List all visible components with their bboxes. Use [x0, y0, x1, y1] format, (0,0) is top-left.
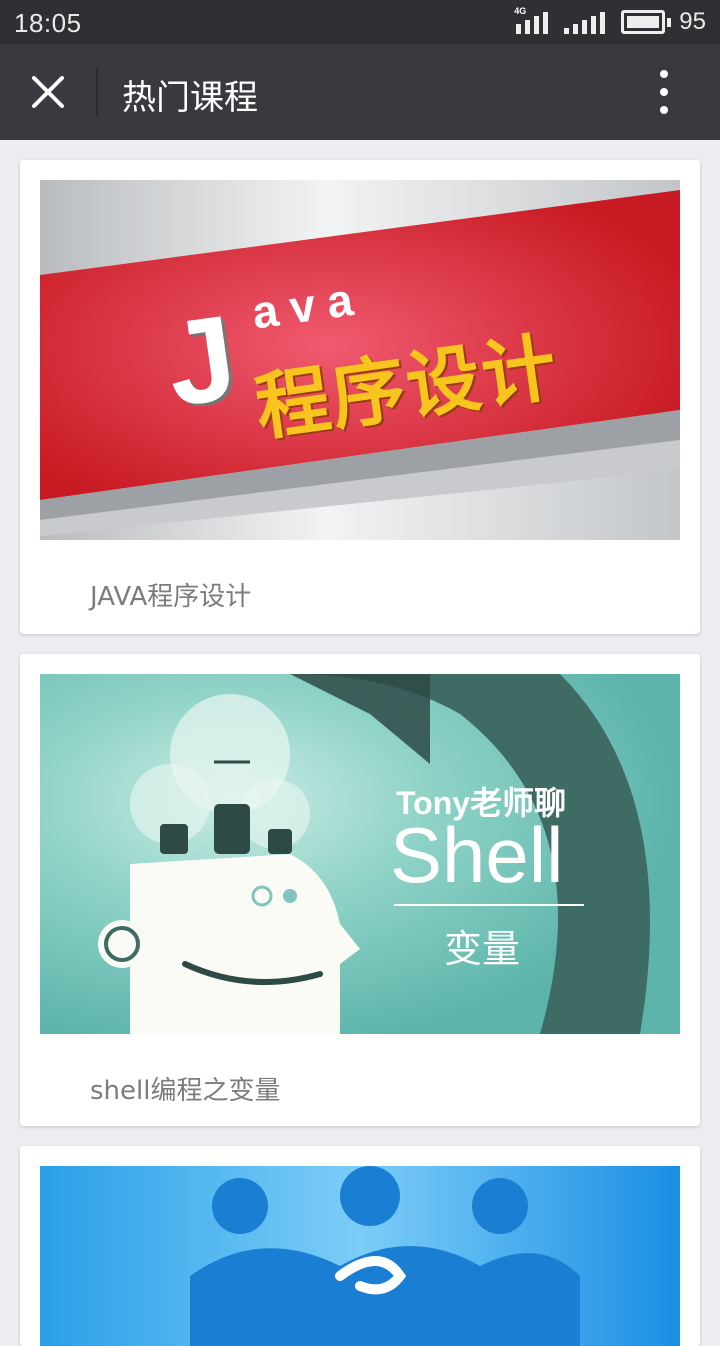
course-thumbnail-third[interactable]: [40, 1166, 680, 1346]
course-card[interactable]: J ava 程序设计 JAVA程序设计: [20, 160, 700, 634]
app-bar: 热门课程: [0, 44, 720, 140]
status-time: 18:05: [14, 8, 82, 38]
wifi-signal-icon: [564, 10, 606, 34]
app-bar-divider: [96, 68, 98, 116]
banner-divider: [394, 904, 584, 906]
more-options-button[interactable]: [644, 70, 684, 114]
cellular-signal-icon: 4G: [514, 6, 549, 34]
status-bar: 18:05 4G 95: [0, 0, 720, 44]
banner-line3: 变量: [444, 927, 521, 971]
course-title[interactable]: shell编程之变量: [90, 1070, 280, 1107]
banner-line2: Shell: [390, 811, 564, 899]
battery-level: 95: [679, 8, 706, 35]
more-icon: [660, 70, 668, 78]
battery-icon: 95: [621, 8, 706, 36]
page-title: 热门课程: [122, 78, 258, 118]
course-thumbnail-java[interactable]: J ava 程序设计: [40, 180, 680, 540]
course-card[interactable]: [20, 1146, 700, 1346]
course-card[interactable]: Tony老师聊 Shell 变量 shell编程之变量: [20, 654, 700, 1126]
network-type-label: 4G: [514, 6, 527, 16]
course-title[interactable]: JAVA程序设计: [90, 576, 251, 613]
close-button[interactable]: [24, 68, 72, 116]
status-icons: 4G 95: [514, 6, 706, 38]
close-icon: [32, 76, 64, 108]
course-thumbnail-shell[interactable]: Tony老师聊 Shell 变量: [40, 674, 680, 1034]
